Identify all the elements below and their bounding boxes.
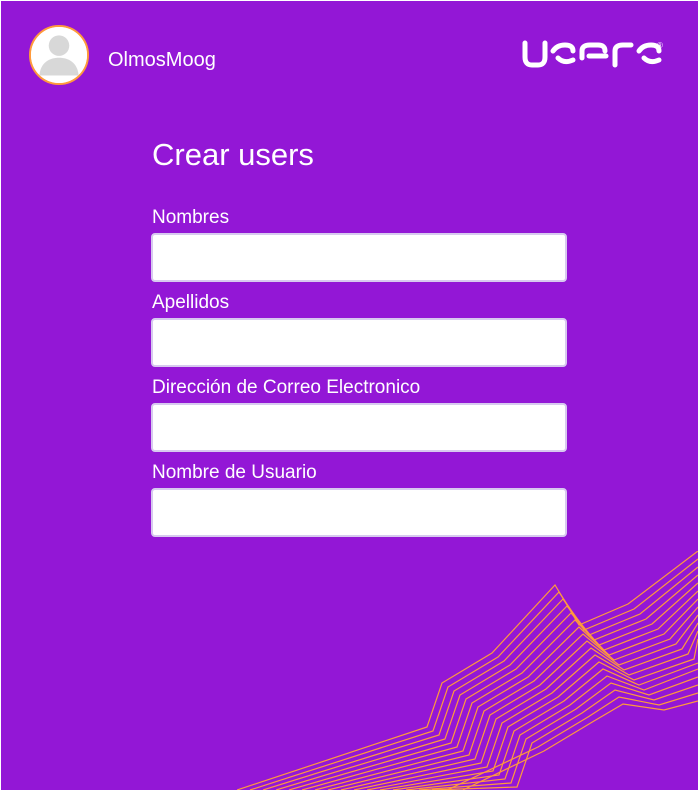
last-name-label: Apellidos xyxy=(152,292,230,313)
create-users-screen: OlmosMoog ® Crear users Nombres Apellido… xyxy=(1,1,698,790)
username-field-label: Nombre de Usuario xyxy=(152,462,317,483)
email-input[interactable] xyxy=(151,403,567,452)
orange-line-pattern-decoration xyxy=(237,551,698,790)
user-avatar-icon xyxy=(29,25,89,85)
first-name-input[interactable] xyxy=(151,233,567,282)
avatar-icon-graphic xyxy=(31,27,87,83)
username-input[interactable] xyxy=(151,488,567,537)
brand-logo-graphic: ® xyxy=(522,40,663,68)
brand-logo: ® xyxy=(520,38,668,72)
email-label: Dirección de Correo Electronico xyxy=(152,377,421,398)
page-title: Crear users xyxy=(152,137,314,172)
last-name-input[interactable] xyxy=(151,318,567,367)
orange-line-pattern-graphic xyxy=(237,551,698,790)
first-name-label: Nombres xyxy=(152,207,230,228)
brand-trademark: ® xyxy=(657,41,663,50)
username-label: OlmosMoog xyxy=(108,49,216,71)
